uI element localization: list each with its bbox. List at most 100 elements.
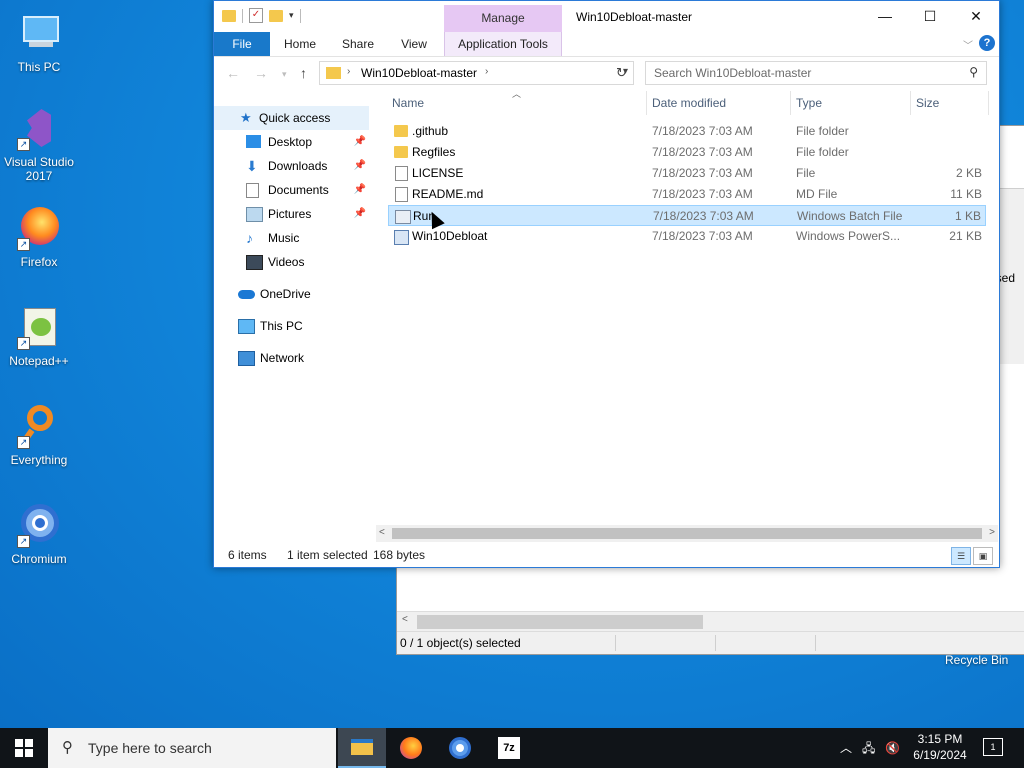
desktop-icon-chromium[interactable]: ↗ Chromium	[1, 502, 77, 566]
large-icons-view-icon[interactable]: ▣	[973, 547, 993, 565]
file-row[interactable]: Regfiles 7/18/2023 7:03 AM File folder	[388, 142, 986, 163]
computer-icon	[238, 319, 255, 334]
tab-share[interactable]: Share	[332, 32, 384, 56]
horizontal-scrollbar[interactable]: < >	[376, 525, 998, 542]
ribbon-tabs: File Home Share View Application Tools ﹀…	[214, 32, 999, 57]
firefox-icon: ↗	[15, 205, 63, 253]
background-horizontal-scrollbar[interactable]: <	[397, 611, 1024, 632]
back-arrow-icon[interactable]: ←	[226, 65, 240, 81]
desktop-icon-firefox[interactable]: ↗ Firefox	[1, 205, 77, 269]
column-header-size[interactable]: Size	[916, 89, 939, 117]
new-folder-icon[interactable]	[269, 9, 283, 22]
taskbar-firefox[interactable]	[387, 728, 435, 768]
refresh-icon[interactable]: ↻	[616, 65, 627, 81]
computer-icon	[15, 10, 63, 58]
show-hidden-icons-icon[interactable]: ︿	[840, 728, 852, 768]
file-row-selected[interactable]: Run 7/18/2023 7:03 AM Windows Batch File…	[388, 205, 986, 226]
recent-locations-icon[interactable]: ▾	[282, 69, 287, 80]
desktop-icon-label: Firefox	[20, 255, 58, 269]
pin-icon: 📌	[353, 208, 366, 219]
manage-context-tab[interactable]: Manage	[444, 5, 562, 32]
volume-muted-icon[interactable]: 🔇	[885, 728, 900, 768]
firefox-icon	[400, 737, 422, 759]
background-status-text: 0 / 1 object(s) selected	[400, 636, 521, 650]
search-icon: ⚲	[62, 739, 73, 756]
desktop-icon-recycle-bin-label[interactable]: Recycle Bin	[945, 653, 1008, 667]
minimize-button[interactable]: —	[862, 1, 908, 32]
column-header-name[interactable]: Name	[392, 89, 424, 117]
expand-ribbon-icon[interactable]: ﹀	[963, 37, 973, 52]
file-row[interactable]: LICENSE 7/18/2023 7:03 AM File 2 KB	[388, 163, 986, 184]
navigation-pane: ★ Quick access Desktop 📌 ⬇ Downloads 📌 D…	[214, 105, 384, 525]
scroll-right-icon[interactable]: >	[989, 527, 995, 538]
network-icon	[238, 351, 255, 366]
address-bar[interactable]: › Win10Debloat-master › ▾	[319, 61, 634, 85]
folder-icon	[326, 67, 341, 79]
download-arrow-icon: ⬇	[246, 158, 258, 174]
status-bar: 6 items 1 item selected 168 bytes ☰ ▣	[214, 543, 999, 567]
column-header-date-modified[interactable]: Date modified	[652, 89, 726, 117]
up-arrow-icon[interactable]: ↑	[300, 65, 307, 81]
title-bar[interactable]: ✓ ▾ Manage Win10Debloat-master — ☐ ✕	[214, 1, 999, 32]
file-explorer-icon	[351, 739, 373, 755]
batch-file-icon	[395, 210, 411, 224]
maximize-button[interactable]: ☐	[907, 1, 953, 32]
scroll-left-icon[interactable]: <	[402, 614, 408, 625]
taskbar-clock[interactable]: 3:15 PM 6/19/2024	[905, 731, 975, 763]
file-icon	[395, 187, 408, 202]
tab-file[interactable]: File	[214, 32, 270, 56]
help-icon[interactable]: ?	[979, 35, 995, 51]
scrollbar-thumb[interactable]	[392, 528, 982, 539]
pictures-icon	[246, 207, 263, 222]
visual-studio-icon: ↗	[15, 105, 63, 153]
search-input[interactable]: Search Win10Debloat-master ⚲	[645, 61, 987, 85]
notification-center-icon[interactable]: 1	[983, 738, 1003, 756]
everything-icon: ↗	[15, 403, 63, 451]
start-button[interactable]	[0, 728, 48, 768]
search-icon: ⚲	[969, 65, 978, 79]
customize-toolbar-icon[interactable]: ▾	[289, 10, 294, 21]
taskbar-7zip[interactable]: 7z	[485, 728, 533, 768]
desktop-icon-this-pc[interactable]: This PC	[1, 10, 77, 74]
taskbar-chromium[interactable]	[436, 728, 484, 768]
file-row[interactable]: README.md 7/18/2023 7:03 AM MD File 11 K…	[388, 184, 986, 205]
star-icon: ★	[240, 110, 252, 125]
address-path[interactable]: Win10Debloat-master	[361, 66, 477, 80]
taskbar-search-box[interactable]: ⚲ Type here to search	[48, 728, 336, 768]
network-status-icon[interactable]: 🖧	[862, 728, 875, 768]
desktop-icon-label: Visual Studio 2017	[4, 155, 74, 183]
desktop-icon-label: Chromium	[11, 552, 67, 566]
tab-home[interactable]: Home	[274, 32, 326, 56]
file-row[interactable]: .github 7/18/2023 7:03 AM File folder	[388, 121, 986, 142]
search-placeholder: Search Win10Debloat-master	[654, 66, 812, 80]
properties-icon[interactable]: ✓	[249, 8, 263, 23]
forward-arrow-icon[interactable]: →	[254, 65, 268, 81]
scroll-left-icon[interactable]: <	[379, 527, 385, 538]
close-button[interactable]: ✕	[953, 1, 999, 32]
column-header-type[interactable]: Type	[796, 89, 822, 117]
desktop-icon-everything[interactable]: ↗ Everything	[1, 403, 77, 467]
details-view-icon[interactable]: ☰	[951, 547, 971, 565]
tab-application-tools[interactable]: Application Tools	[444, 32, 562, 56]
clock-time: 3:15 PM	[917, 732, 963, 746]
clock-date: 6/19/2024	[913, 748, 967, 762]
pin-icon: 📌	[353, 184, 366, 195]
chromium-icon	[449, 737, 471, 759]
desktop-icon-label: This PC	[17, 60, 61, 74]
folder-icon	[394, 146, 408, 158]
navigation-bar: ← → ▾ ↑ › Win10Debloat-master › ▾ ↻ Sear…	[214, 57, 999, 89]
chevron-right-icon[interactable]: ›	[485, 66, 488, 77]
nav-item-quick-access[interactable]: ★ Quick access	[214, 106, 369, 130]
file-row[interactable]: Win10Debloat 7/18/2023 7:03 AM Windows P…	[388, 226, 986, 247]
desktop-icon-visual-studio[interactable]: ↗ Visual Studio 2017	[1, 105, 77, 183]
chevron-right-icon[interactable]: ›	[347, 66, 350, 77]
desktop-icon-notepadpp[interactable]: ↗ Notepad++	[1, 304, 77, 368]
desktop-icon	[246, 135, 261, 148]
background-status-bar: 0 / 1 object(s) selected	[397, 631, 1024, 654]
scrollbar-thumb[interactable]	[417, 615, 703, 629]
file-explorer-window[interactable]: ✓ ▾ Manage Win10Debloat-master — ☐ ✕ Fil…	[213, 0, 1000, 568]
taskbar-file-explorer[interactable]	[338, 728, 386, 768]
taskbar: ⚲ Type here to search 7z ︿ 🖧 🔇 3:15 PM 6…	[0, 728, 1024, 768]
tab-view[interactable]: View	[390, 32, 438, 56]
pin-icon: 📌	[353, 136, 366, 147]
